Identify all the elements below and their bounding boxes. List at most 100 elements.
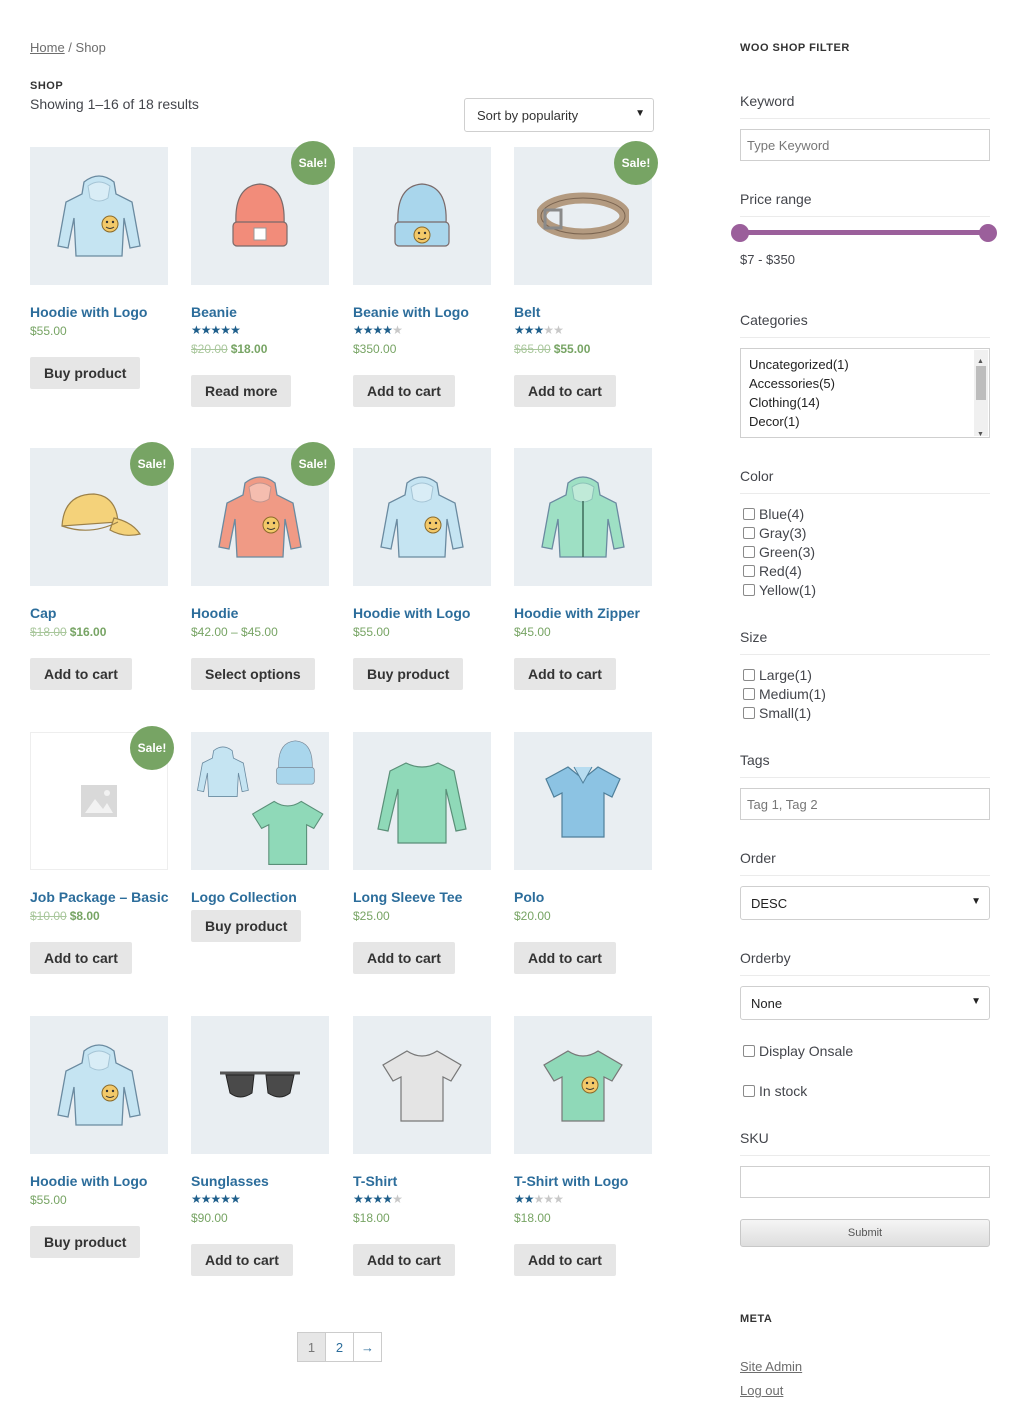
- product-title-link[interactable]: Long Sleeve Tee: [353, 889, 462, 905]
- category-option[interactable]: Clothing(14): [749, 393, 981, 412]
- product-title-link[interactable]: Hoodie with Logo: [30, 304, 147, 320]
- add-to-cart-button[interactable]: Add to cart: [514, 375, 616, 407]
- checkbox-icon[interactable]: [743, 1085, 755, 1097]
- keyword-input[interactable]: Type Keyword: [740, 129, 990, 161]
- logo-collection-image[interactable]: [191, 732, 329, 870]
- add-to-cart-button[interactable]: Select options: [191, 658, 315, 690]
- next-page-arrow-icon[interactable]: →: [353, 1332, 382, 1362]
- add-to-cart-button[interactable]: Add to cart: [353, 1244, 455, 1276]
- sale-price: $18.00: [230, 342, 268, 356]
- scrollbar-thumb[interactable]: [976, 366, 986, 400]
- sale-price: $55.00: [553, 342, 591, 356]
- star-rating-icon: ★★★★★: [191, 323, 241, 337]
- orderby-select[interactable]: None ▼: [740, 986, 990, 1020]
- price-max-handle[interactable]: [979, 224, 997, 242]
- product-title-link[interactable]: Hoodie with Zipper: [514, 605, 640, 621]
- sunglasses-image[interactable]: [191, 1016, 329, 1154]
- submit-button[interactable]: Submit: [740, 1219, 990, 1247]
- page-2-link[interactable]: 2: [325, 1332, 354, 1362]
- hoodie-logo-image[interactable]: [30, 1016, 168, 1154]
- price-range-slider[interactable]: [740, 230, 988, 235]
- color-checkbox[interactable]: Blue(4): [743, 506, 804, 522]
- long-sleeve-tee-image[interactable]: [353, 732, 491, 870]
- size-option-label: Small(1): [759, 705, 812, 721]
- hoodie-zipper-image[interactable]: [514, 448, 652, 586]
- checkbox-icon[interactable]: [743, 546, 755, 558]
- add-to-cart-button[interactable]: Add to cart: [30, 942, 132, 974]
- add-to-cart-button[interactable]: Buy product: [191, 910, 302, 942]
- category-option[interactable]: Decor(1): [749, 412, 981, 431]
- product-title-link[interactable]: Beanie with Logo: [353, 304, 469, 320]
- categories-list[interactable]: Uncategorized(1) Accessories(5) Clothing…: [740, 348, 990, 438]
- breadcrumb-home-link[interactable]: Home: [30, 40, 65, 55]
- product-title-link[interactable]: Hoodie: [191, 605, 238, 621]
- size-checkbox[interactable]: Large(1): [743, 667, 812, 683]
- product-title-link[interactable]: Hoodie with Logo: [353, 605, 470, 621]
- tshirt-logo-image[interactable]: [514, 1016, 652, 1154]
- sale-badge: Sale!: [130, 442, 174, 486]
- checkbox-icon[interactable]: [743, 669, 755, 681]
- color-checkbox[interactable]: Yellow(1): [743, 582, 816, 598]
- category-option[interactable]: Uncategorized(1): [749, 355, 981, 374]
- checkbox-icon[interactable]: [743, 508, 755, 520]
- product-title-link[interactable]: T-Shirt with Logo: [514, 1173, 628, 1189]
- color-checkbox[interactable]: Green(3): [743, 544, 815, 560]
- scroll-down-icon[interactable]: ▼: [977, 425, 984, 437]
- checkbox-icon[interactable]: [743, 707, 755, 719]
- color-checkbox[interactable]: Gray(3): [743, 525, 806, 541]
- add-to-cart-button[interactable]: Add to cart: [353, 375, 455, 407]
- old-price: $65.00: [514, 342, 551, 356]
- add-to-cart-button[interactable]: Add to cart: [353, 942, 455, 974]
- add-to-cart-button[interactable]: Read more: [191, 375, 292, 407]
- product-title-link[interactable]: Belt: [514, 304, 540, 320]
- in-stock-checkbox[interactable]: In stock: [743, 1083, 807, 1099]
- product-price: $42.00 – $45.00: [191, 625, 278, 639]
- sort-select[interactable]: Sort by popularity ▼: [464, 98, 654, 132]
- add-to-cart-button[interactable]: Add to cart: [30, 658, 132, 690]
- size-option-label: Medium(1): [759, 686, 826, 702]
- size-checkbox[interactable]: Medium(1): [743, 686, 826, 702]
- hoodie-logo-image[interactable]: [353, 448, 491, 586]
- category-option[interactable]: Accessories(5): [749, 374, 981, 393]
- sale-badge: Sale!: [291, 442, 335, 486]
- page-1-link[interactable]: 1: [297, 1332, 326, 1362]
- product-title-link[interactable]: Hoodie with Logo: [30, 1173, 147, 1189]
- product-card: Sale! Cap $18.00 $16.00 Add to cart: [30, 442, 174, 690]
- polo-image[interactable]: [514, 732, 652, 870]
- product-title-link[interactable]: Job Package – Basic: [30, 889, 169, 905]
- price-min-handle[interactable]: [731, 224, 749, 242]
- product-title-link[interactable]: Sunglasses: [191, 1173, 269, 1189]
- size-checkbox[interactable]: Small(1): [743, 705, 811, 721]
- product-title-link[interactable]: Cap: [30, 605, 56, 621]
- product-title-link[interactable]: Logo Collection: [191, 889, 297, 905]
- add-to-cart-button[interactable]: Add to cart: [514, 658, 616, 690]
- tags-input[interactable]: Tag 1, Tag 2: [740, 788, 990, 820]
- site-admin-link[interactable]: Site Admin: [740, 1359, 802, 1374]
- hoodie-logo-image[interactable]: [30, 147, 168, 285]
- product-title-link[interactable]: Polo: [514, 889, 544, 905]
- add-to-cart-button[interactable]: Buy product: [30, 357, 141, 389]
- product-title-link[interactable]: T-Shirt: [353, 1173, 397, 1189]
- product-title-link[interactable]: Beanie: [191, 304, 237, 320]
- add-to-cart-button[interactable]: Buy product: [353, 658, 464, 690]
- add-to-cart-button[interactable]: Add to cart: [191, 1244, 293, 1276]
- checkbox-icon[interactable]: [743, 565, 755, 577]
- checkbox-icon[interactable]: [743, 688, 755, 700]
- log-out-link[interactable]: Log out: [740, 1383, 783, 1398]
- color-checkbox[interactable]: Red(4): [743, 563, 802, 579]
- sku-input[interactable]: [740, 1166, 990, 1198]
- checkbox-icon[interactable]: [743, 527, 755, 539]
- product-price: $65.00 $55.00: [514, 342, 590, 356]
- old-price: $18.00: [30, 625, 67, 639]
- categories-scrollbar[interactable]: ▲ ▼: [974, 350, 988, 437]
- beanie-logo-image[interactable]: [353, 147, 491, 285]
- add-to-cart-button[interactable]: Add to cart: [514, 1244, 616, 1276]
- tshirt-image[interactable]: [353, 1016, 491, 1154]
- display-onsale-checkbox[interactable]: Display Onsale: [743, 1043, 853, 1059]
- add-to-cart-button[interactable]: Buy product: [30, 1226, 141, 1258]
- checkbox-icon[interactable]: [743, 1045, 755, 1057]
- order-select[interactable]: DESC ▼: [740, 886, 990, 920]
- add-to-cart-button[interactable]: Add to cart: [514, 942, 616, 974]
- order-select-value: DESC: [751, 896, 788, 911]
- checkbox-icon[interactable]: [743, 584, 755, 596]
